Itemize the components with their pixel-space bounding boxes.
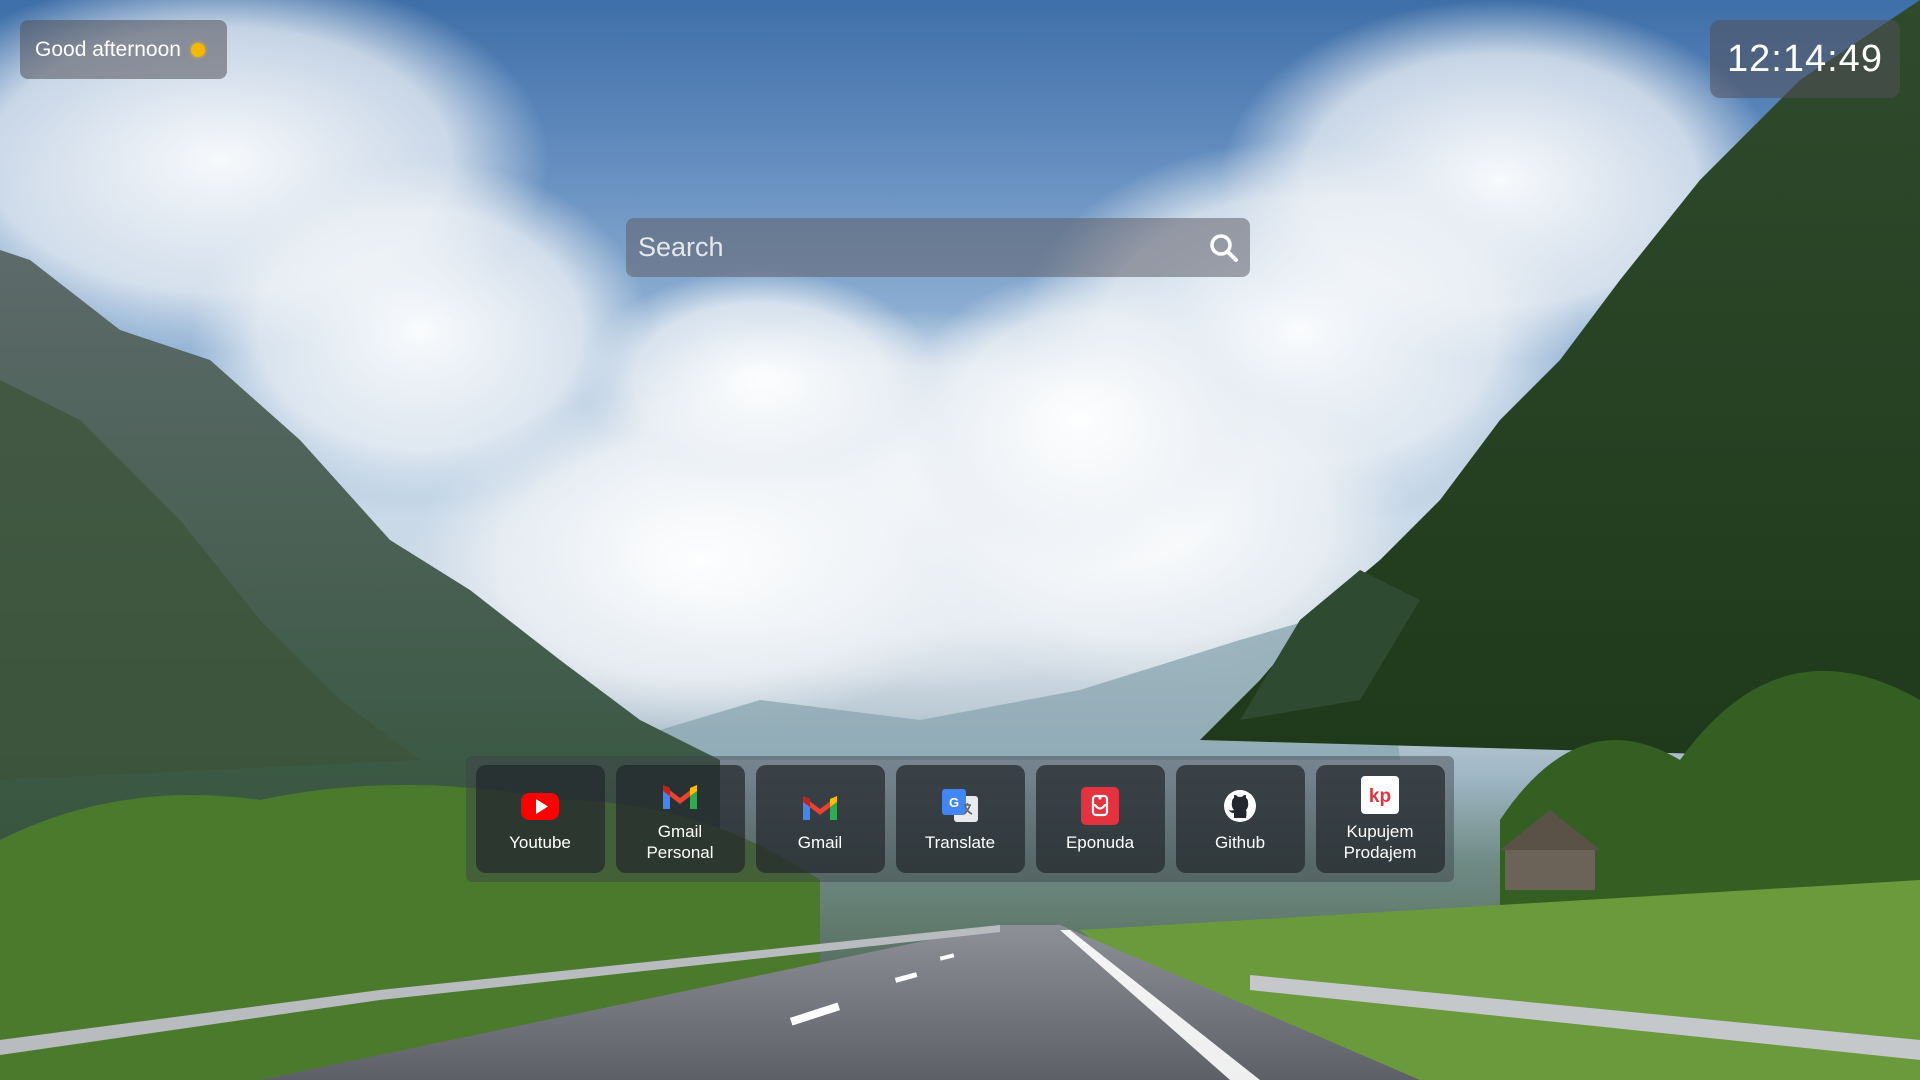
shortcut-kupujem-prodajem[interactable]: kp Kupujem Prodajem bbox=[1315, 765, 1445, 873]
kp-logo-text: kp bbox=[1369, 786, 1391, 807]
shortcut-label: Gmail Personal bbox=[646, 822, 714, 862]
shortcut-label: Youtube bbox=[509, 832, 571, 852]
shortcut-github[interactable]: Github bbox=[1175, 765, 1305, 873]
shortcuts-dock: Youtube Gmail Personal Gmail G Translate bbox=[466, 756, 1454, 882]
search-input[interactable] bbox=[626, 218, 1186, 277]
youtube-icon bbox=[521, 792, 559, 820]
shortcut-label: Kupujem Prodajem bbox=[1343, 822, 1417, 862]
shortcut-eponuda[interactable]: Eponuda bbox=[1035, 765, 1165, 873]
eponuda-icon bbox=[1081, 786, 1119, 825]
greeting-badge: Good afternoon bbox=[20, 20, 227, 79]
shortcut-label: Github bbox=[1214, 832, 1266, 852]
shortcut-translate[interactable]: G Translate bbox=[895, 765, 1025, 873]
shortcut-gmail-personal[interactable]: Gmail Personal bbox=[615, 765, 745, 873]
google-translate-icon: G bbox=[942, 788, 978, 822]
wallpaper bbox=[0, 0, 1920, 1080]
wallpaper-landscape bbox=[0, 0, 1920, 1080]
shortcut-label: Eponuda bbox=[1065, 832, 1135, 852]
svg-text:G: G bbox=[949, 795, 959, 810]
greeting-text: Good afternoon bbox=[35, 37, 181, 61]
search-bar bbox=[626, 218, 1250, 277]
clock: 12:14:49 bbox=[1710, 20, 1900, 98]
shortcut-label: Gmail bbox=[797, 832, 843, 852]
shortcut-youtube[interactable]: Youtube bbox=[475, 765, 605, 873]
shortcut-label: Translate bbox=[924, 832, 996, 852]
sun-indicator-icon bbox=[190, 42, 205, 57]
gmail-icon bbox=[803, 795, 837, 820]
kupujem-prodajem-icon: kp bbox=[1361, 776, 1399, 814]
search-icon[interactable] bbox=[1208, 232, 1240, 264]
gmail-icon bbox=[663, 785, 697, 809]
clock-time: 12:14:49 bbox=[1727, 37, 1883, 80]
github-icon bbox=[1224, 789, 1256, 822]
shortcut-gmail[interactable]: Gmail bbox=[755, 765, 885, 873]
